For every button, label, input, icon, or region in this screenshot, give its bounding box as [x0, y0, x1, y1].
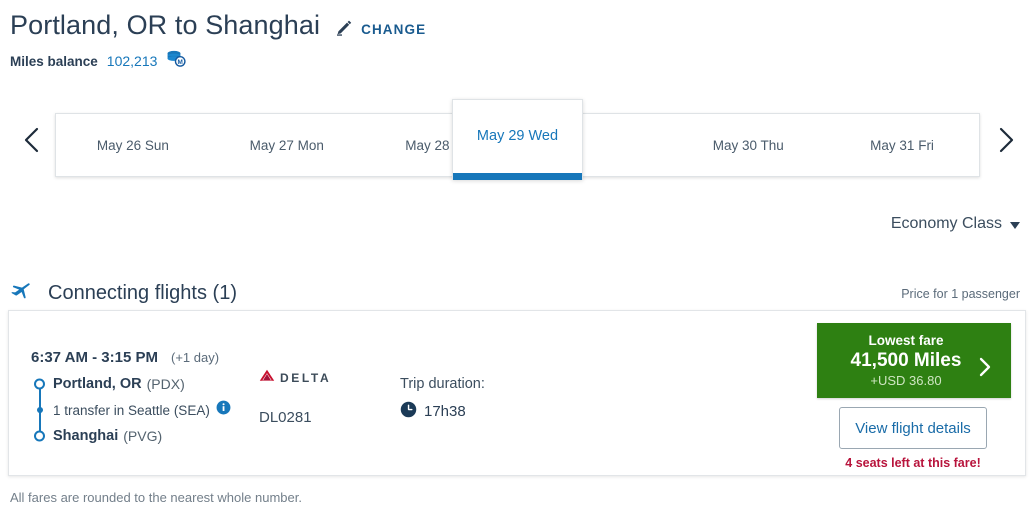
select-fare-button[interactable]: Lowest fare 41,500 Miles +USD 36.80	[817, 323, 1011, 398]
delta-logo: DELTA	[259, 369, 331, 387]
price-passenger-note: Price for 1 passenger	[901, 287, 1020, 301]
miles-balance-label: Miles balance	[10, 53, 98, 69]
pencil-icon	[334, 17, 354, 42]
airline-name: DELTA	[280, 371, 332, 385]
seats-left-warning: 4 seats left at this fare!	[845, 456, 981, 470]
trip-duration-label: Trip duration:	[400, 376, 485, 392]
fares-footnote: All fares are rounded to the nearest who…	[10, 490, 302, 505]
date-tab-5[interactable]: May 31 Fri	[825, 114, 979, 176]
view-flight-details-button[interactable]: View flight details	[839, 407, 987, 449]
miles-coin-icon: M	[166, 49, 187, 73]
page-title: Portland, OR to Shanghai	[10, 10, 321, 40]
route-header-row: Portland, OR to Shanghai CHANGE	[10, 8, 426, 42]
destination-city: Shanghai	[53, 428, 119, 444]
cabin-class-dropdown[interactable]: Economy Class	[891, 215, 1020, 233]
origin-node-icon	[34, 378, 45, 390]
airplane-icon	[10, 279, 34, 308]
date-tab-1[interactable]: May 27 Mon	[210, 114, 364, 176]
chevron-right-icon	[995, 125, 1017, 158]
destination-code: (PVG)	[123, 428, 163, 444]
destination-row: Shanghai (PVG)	[31, 423, 231, 449]
date-tab-4[interactable]: May 30 Thu	[671, 114, 825, 176]
transfer-text: 1 transfer in Seattle (SEA)	[53, 402, 210, 418]
airline-logo: DELTA	[259, 369, 331, 387]
chevron-right-icon	[978, 356, 993, 381]
results-section-header: Connecting flights (1)	[10, 279, 237, 308]
origin-node-graphic	[31, 371, 53, 397]
itinerary-summary: Portland, OR (PDX) 1 transfer in Seattle…	[31, 371, 231, 449]
date-tab-selected[interactable]: May 29 Wed	[452, 99, 583, 180]
chevron-left-icon	[21, 125, 43, 158]
transfer-row: 1 transfer in Seattle (SEA)	[31, 397, 231, 423]
flight-result-card[interactable]: 6:37 AM - 3:15 PM (+1 day) Portland, OR …	[8, 310, 1026, 476]
miles-balance-value: 102,213	[106, 53, 158, 69]
cabin-class-label: Economy Class	[890, 215, 1002, 232]
results-section-title: Connecting flights (1)	[48, 282, 237, 304]
flight-times: 6:37 AM - 3:15 PM	[31, 349, 158, 366]
change-label: CHANGE	[361, 21, 427, 37]
flight-number: DL0281	[259, 409, 312, 426]
plus-day-badge: (+1 day)	[170, 350, 220, 365]
info-icon[interactable]	[216, 400, 231, 420]
clock-icon	[400, 401, 417, 422]
trip-duration-value: 17h38	[424, 403, 466, 420]
svg-text:M: M	[178, 59, 183, 66]
transfer-dot-icon	[36, 407, 43, 413]
delta-widget-icon	[259, 369, 275, 387]
next-dates-button[interactable]	[986, 121, 1026, 161]
flight-times-row: 6:37 AM - 3:15 PM (+1 day)	[31, 349, 219, 366]
view-flight-details-label: View flight details	[855, 419, 971, 437]
fare-details: Lowest fare 41,500 Miles +USD 36.80	[851, 333, 978, 388]
trip-duration: Trip duration: 17h38	[400, 376, 485, 422]
fare-cash-amount: +USD 36.80	[870, 373, 942, 388]
destination-node-graphic	[31, 423, 53, 449]
flight-search-results-page: Portland, OR to Shanghai CHANGE Miles ba…	[0, 0, 1034, 526]
date-tab-0[interactable]: May 26 Sun	[56, 114, 210, 176]
trip-duration-value-row: 17h38	[400, 401, 485, 422]
origin-row: Portland, OR (PDX)	[31, 371, 231, 397]
change-route-button[interactable]: CHANGE	[334, 17, 426, 42]
date-selector: May 26 Sun May 27 Mon May 28 Tue May 29 …	[0, 99, 1034, 189]
fare-badge-label: Lowest fare	[868, 333, 944, 348]
previous-dates-button[interactable]	[12, 121, 52, 161]
date-tab-selected-label: May 29 Wed	[476, 128, 559, 144]
chevron-down-icon	[1010, 222, 1020, 229]
destination-node-icon	[34, 430, 45, 442]
fare-miles-amount: 41,500 Miles	[850, 350, 962, 371]
origin-city: Portland, OR	[53, 376, 142, 392]
miles-balance: Miles balance 102,213 M	[10, 49, 426, 73]
transfer-node-graphic	[31, 397, 53, 423]
origin-code: (PDX)	[146, 376, 185, 392]
page-header: Portland, OR to Shanghai CHANGE Miles ba…	[10, 8, 426, 73]
